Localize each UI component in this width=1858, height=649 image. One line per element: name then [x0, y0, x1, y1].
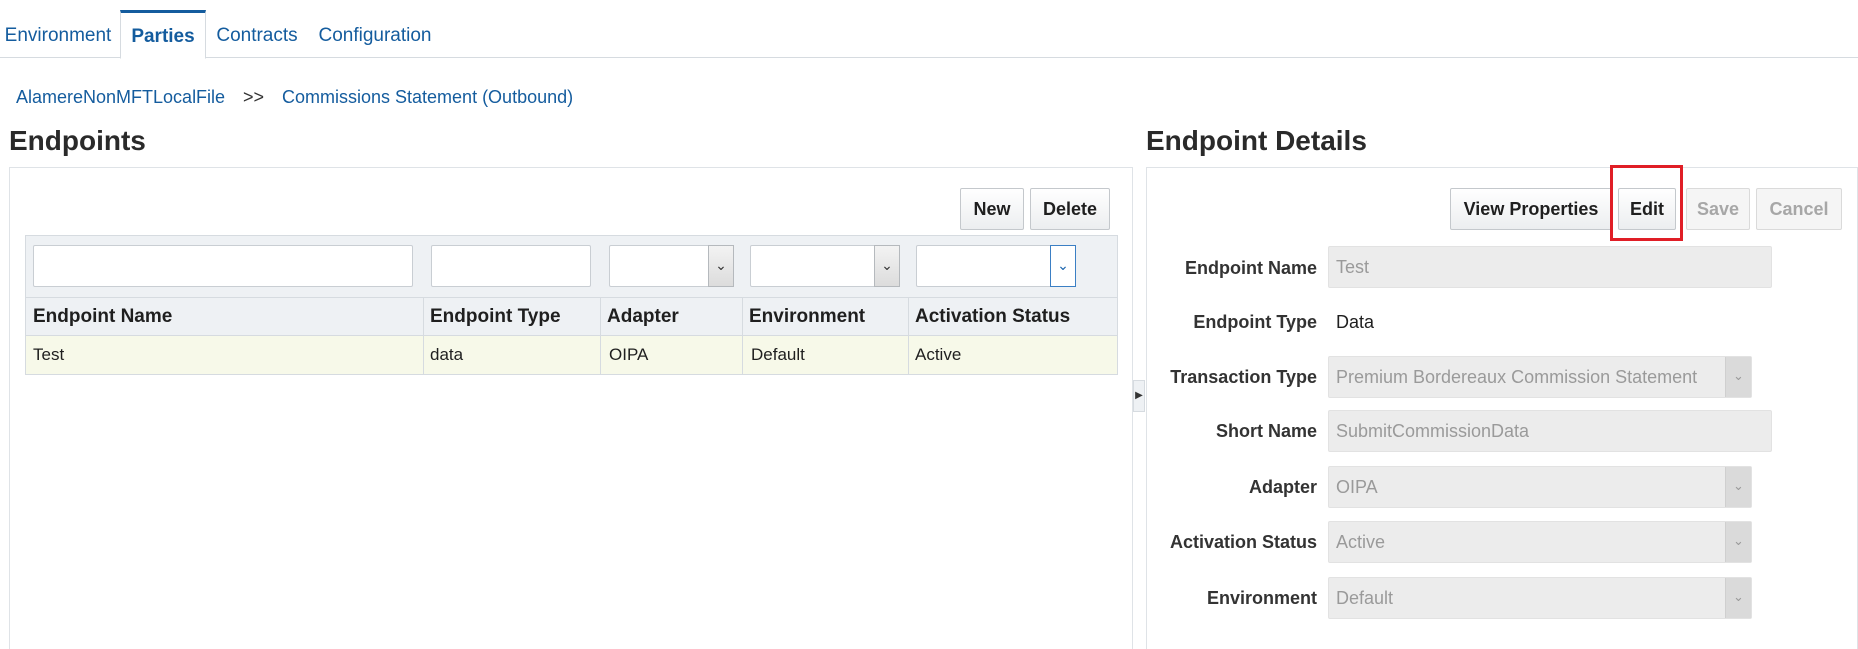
- adapter-value: OIPA: [1336, 477, 1378, 497]
- endpoint-type-filter[interactable]: [431, 245, 591, 287]
- short-name-label: Short Name: [1215, 421, 1317, 441]
- chevron-down-icon: ⌄: [1725, 357, 1751, 397]
- cell-activation-status: Active: [915, 345, 962, 364]
- chevron-down-icon[interactable]: ⌄: [1050, 245, 1076, 287]
- adapter-filter[interactable]: ⌄: [609, 245, 734, 287]
- chevron-down-icon: ⌄: [1725, 467, 1751, 507]
- filter-row: ⌄ ⌄ ⌄: [26, 236, 1117, 298]
- cell-adapter: OIPA: [609, 345, 649, 364]
- tab-environment[interactable]: Environment: [0, 10, 116, 58]
- new-endpoint-button[interactable]: New: [960, 188, 1024, 230]
- cancel-button[interactable]: Cancel: [1756, 188, 1842, 230]
- endpoint-details-heading: Endpoint Details: [1146, 125, 1367, 156]
- column-header-adapter[interactable]: Adapter: [600, 298, 679, 336]
- activation-status-select[interactable]: Active ⌄: [1328, 521, 1752, 563]
- activation-status-filter[interactable]: ⌄: [916, 245, 1076, 287]
- environment-select[interactable]: Default ⌄: [1328, 577, 1752, 619]
- delete-endpoint-button[interactable]: Delete: [1030, 188, 1110, 230]
- chevron-down-icon[interactable]: ⌄: [708, 245, 734, 287]
- caret-right-icon: ▶: [1135, 390, 1143, 401]
- panel-splitter-handle[interactable]: ▶: [1133, 380, 1145, 412]
- tab-contracts[interactable]: Contracts: [214, 10, 300, 58]
- column-header-endpoint-name[interactable]: Endpoint Name: [26, 298, 172, 336]
- cell-environment: Default: [751, 345, 805, 364]
- endpoints-table: ⌄ ⌄ ⌄ Endpoint Name Endpoint Type Adapte…: [25, 235, 1118, 375]
- endpoint-type-value: Data: [1336, 312, 1375, 332]
- main-tab-bar: Environment Parties Contracts Configurat…: [0, 0, 1858, 59]
- adapter-select[interactable]: OIPA ⌄: [1328, 466, 1752, 508]
- save-button[interactable]: Save: [1686, 188, 1750, 230]
- environment-filter[interactable]: ⌄: [750, 245, 900, 287]
- tab-configuration[interactable]: Configuration: [316, 10, 434, 58]
- endpoint-name-filter[interactable]: [33, 245, 413, 287]
- environment-label: Environment: [1206, 588, 1317, 608]
- tab-parties[interactable]: Parties: [120, 10, 206, 59]
- cell-endpoint-name: Test: [33, 345, 65, 364]
- cell-endpoint-type: data: [430, 345, 464, 364]
- activation-status-label: Activation Status: [1169, 532, 1317, 552]
- chevron-down-icon[interactable]: ⌄: [874, 245, 900, 287]
- column-header-activation-status[interactable]: Activation Status: [908, 298, 1070, 336]
- edit-button-highlight: [1610, 165, 1683, 241]
- breadcrumb-parent-link[interactable]: AlamereNonMFTLocalFile: [16, 87, 225, 108]
- chevron-down-icon: ⌄: [1725, 522, 1751, 562]
- chevron-down-icon: ⌄: [1725, 578, 1751, 618]
- transaction-type-value: Premium Bordereaux Commission Statement: [1336, 367, 1698, 387]
- activation-status-value: Active: [1336, 532, 1386, 552]
- breadcrumb-current-link[interactable]: Commissions Statement (Outbound): [282, 87, 573, 108]
- environment-value: Default: [1336, 588, 1394, 608]
- transaction-type-select[interactable]: Premium Bordereaux Commission Statement …: [1328, 356, 1752, 398]
- column-header-endpoint-type[interactable]: Endpoint Type: [423, 298, 561, 336]
- breadcrumb-separator: >>: [243, 87, 265, 107]
- transaction-type-label: Transaction Type: [1170, 367, 1317, 387]
- endpoint-type-label: Endpoint Type: [1193, 312, 1317, 332]
- view-properties-button[interactable]: View Properties: [1450, 188, 1612, 230]
- endpoint-name-field[interactable]: Test: [1328, 246, 1772, 288]
- adapter-label: Adapter: [1248, 477, 1317, 497]
- short-name-field[interactable]: SubmitCommissionData: [1328, 410, 1772, 452]
- table-header-row: Endpoint Name Endpoint Type Adapter Envi…: [26, 298, 1117, 336]
- table-row[interactable]: Test data OIPA Default Active: [26, 336, 1117, 374]
- column-header-environment[interactable]: Environment: [742, 298, 865, 336]
- endpoint-name-label: Endpoint Name: [1184, 258, 1317, 278]
- endpoints-heading: Endpoints: [9, 125, 146, 156]
